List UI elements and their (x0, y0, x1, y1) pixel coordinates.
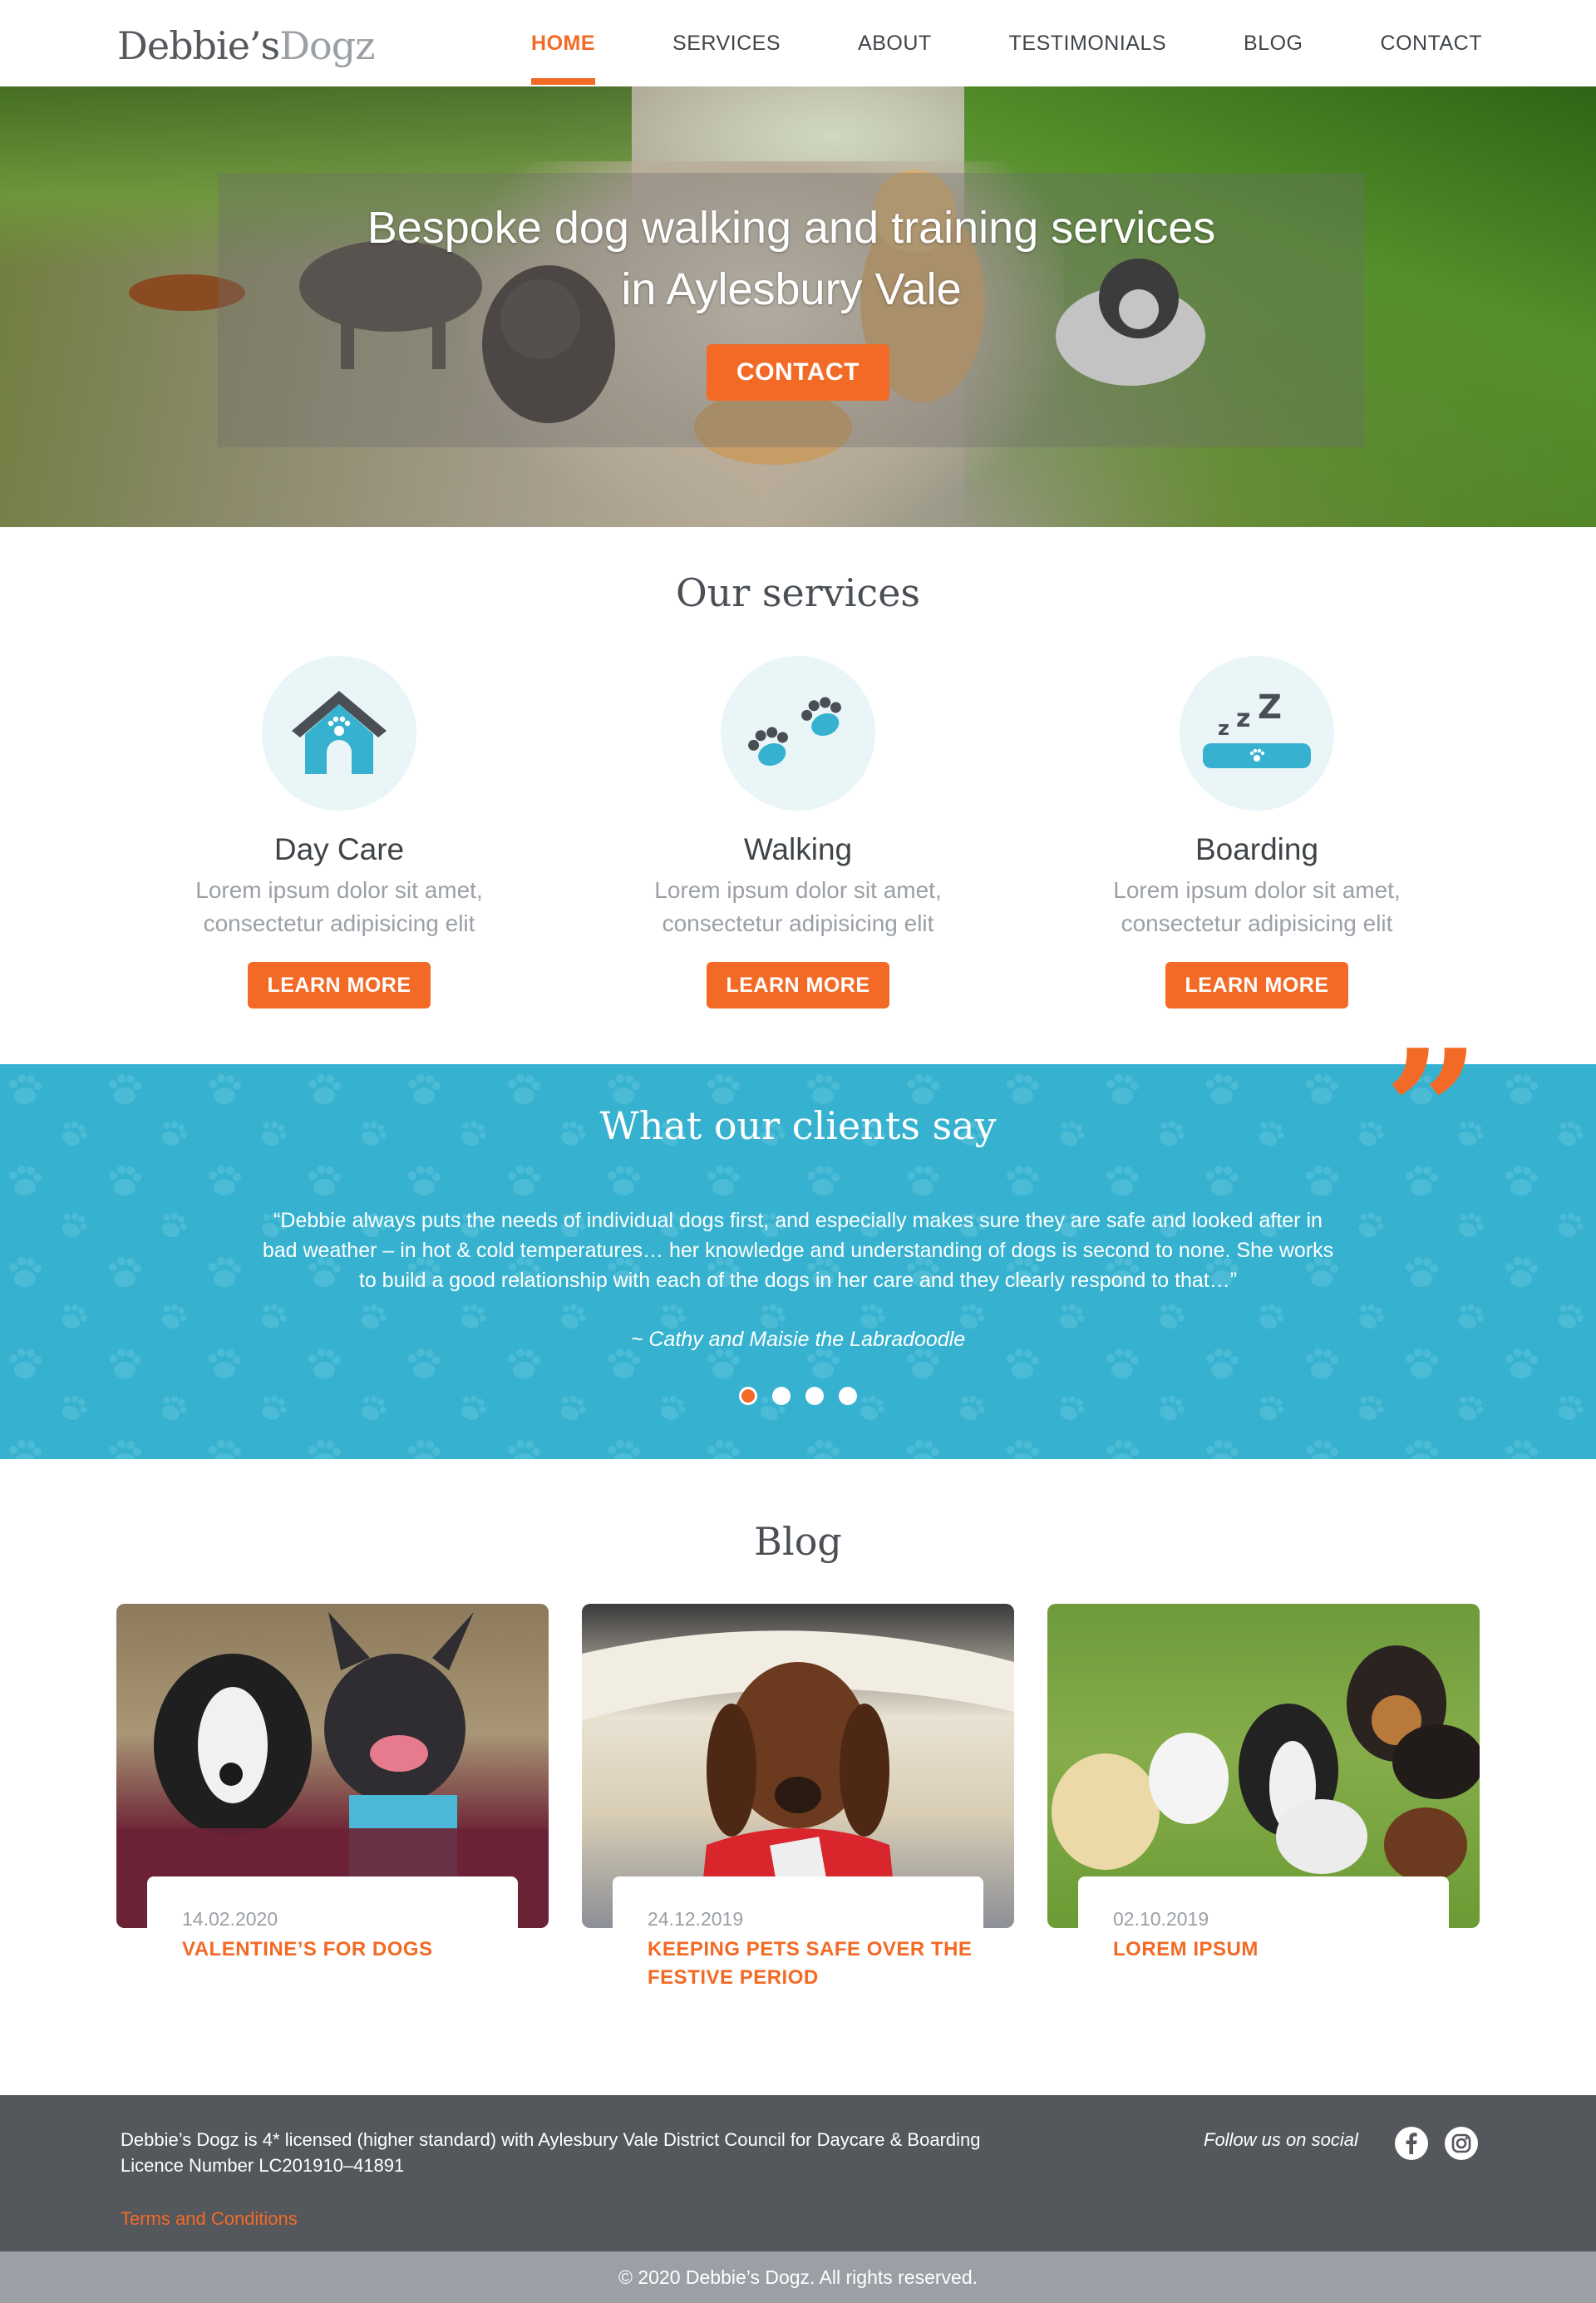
learn-more-button[interactable]: LEARN MORE (1165, 962, 1348, 1008)
instagram-icon[interactable] (1445, 2127, 1478, 2160)
testimonial-quote-line-2: bad weather – in hot & cold temperatures… (262, 1239, 1334, 1262)
blog-title-line-2: FESTIVE PERIOD (648, 1966, 819, 1989)
blog-date: 02.10.2019 (1113, 1908, 1209, 1930)
nav-services[interactable]: SERVICES (672, 0, 781, 86)
service-icon-circle (721, 656, 875, 811)
blog-title-line-1: VALENTINE’S FOR DOGS (182, 1938, 433, 1960)
carousel-dot-2[interactable] (772, 1387, 791, 1405)
logo-text-debbies: Debbie’s (117, 23, 280, 68)
blog-info-panel: 14.02.2020 VALENTINE’S FOR DOGS (147, 1876, 518, 1993)
blog-card[interactable]: 24.12.2019 KEEPING PETS SAFE OVER THE FE… (582, 1604, 1014, 1993)
blog-card[interactable]: 14.02.2020 VALENTINE’S FOR DOGS (116, 1604, 549, 1993)
site-header: Debbie’sDogz HOME SERVICES ABOUT TESTIMO… (0, 0, 1596, 86)
testimonial-author: ~ Cathy and Maisie the Labradoodle (630, 1328, 966, 1351)
service-name: Boarding (1195, 832, 1319, 866)
follow-us-label: Follow us on social (1204, 2129, 1358, 2150)
nav-home[interactable]: HOME (531, 0, 596, 86)
nav-blog[interactable]: BLOG (1244, 0, 1303, 86)
service-desc-line-2: consectetur adipisicing elit (1121, 910, 1393, 936)
carousel-dot-3[interactable] (805, 1387, 824, 1405)
service-name: Walking (743, 832, 853, 866)
hero-title: Bespoke dog walking and training service… (218, 197, 1365, 320)
services-title: Our services (675, 570, 921, 615)
license-info: Debbie’s Dogz is 4* licensed (higher sta… (121, 2127, 1118, 2178)
service-desc-line-1: Lorem ipsum dolor sit amet, (654, 877, 942, 903)
svg-text:z: z (1236, 704, 1250, 733)
svg-text:z: z (1218, 717, 1229, 740)
service-day-care: Day Care Lorem ipsum dolor sit amet, con… (165, 656, 514, 1008)
service-description: Lorem ipsum dolor sit amet, consectetur … (165, 874, 514, 940)
blog-info-panel: 02.10.2019 LOREM IPSUM (1078, 1876, 1449, 1993)
paw-prints-icon (748, 697, 841, 767)
terms-link[interactable]: Terms and Conditions (121, 2208, 298, 2230)
service-boarding: z z Z Boarding Lorem ipsum dolor sit ame… (1082, 656, 1431, 1008)
blog-info-panel: 24.12.2019 KEEPING PETS SAFE OVER THE FE… (613, 1876, 983, 1993)
dog-bed-sleep-icon: z z Z (1203, 688, 1311, 768)
nav-about[interactable]: ABOUT (858, 0, 932, 86)
carousel-dot-4[interactable] (839, 1387, 857, 1405)
svg-text:Z: Z (1258, 688, 1282, 727)
blog-post-title[interactable]: KEEPING PETS SAFE OVER THE FESTIVE PERIO… (648, 1936, 983, 1992)
blog-card[interactable]: 02.10.2019 LOREM IPSUM (1047, 1604, 1480, 1993)
carousel-dot-1[interactable] (739, 1387, 757, 1405)
service-walking: Walking Lorem ipsum dolor sit amet, cons… (623, 656, 973, 1008)
dog-house-icon (292, 691, 387, 774)
blog-title: Blog (754, 1519, 842, 1564)
blog-post-title[interactable]: LOREM IPSUM (1113, 1936, 1449, 1964)
testimonial-quote-line-3: to build a good relationship with each o… (358, 1269, 1238, 1292)
testimonial-quote: “Debbie always puts the needs of individ… (233, 1206, 1363, 1295)
service-icon-circle (262, 656, 416, 811)
learn-more-button[interactable]: LEARN MORE (707, 962, 889, 1008)
blog-date: 14.02.2020 (182, 1908, 278, 1930)
service-name: Day Care (273, 832, 405, 866)
service-description: Lorem ipsum dolor sit amet, consectetur … (1082, 874, 1431, 940)
service-desc-line-2: consectetur adipisicing elit (662, 910, 934, 936)
service-desc-line-1: Lorem ipsum dolor sit amet, (195, 877, 483, 903)
nav-contact[interactable]: CONTACT (1381, 0, 1482, 86)
facebook-icon[interactable] (1395, 2127, 1428, 2160)
license-line-2: Licence Number LC201910–41891 (121, 2155, 405, 2176)
main-nav: HOME SERVICES ABOUT TESTIMONIALS BLOG CO… (454, 0, 1482, 86)
site-logo[interactable]: Debbie’sDogz (117, 23, 375, 68)
hero-contact-button[interactable]: CONTACT (707, 344, 889, 401)
service-description: Lorem ipsum dolor sit amet, consectetur … (623, 874, 973, 940)
testimonials-title: What our clients say (599, 1103, 997, 1148)
carousel-dots (739, 1387, 857, 1405)
blog-title-line-1: LOREM IPSUM (1113, 1938, 1259, 1960)
license-line-1: Debbie’s Dogz is 4* licensed (higher sta… (121, 2129, 981, 2150)
blog-post-title[interactable]: VALENTINE’S FOR DOGS (182, 1936, 518, 1964)
testimonial-quote-line-1: “Debbie always puts the needs of individ… (273, 1209, 1323, 1232)
hero-title-line-2: in Aylesbury Vale (621, 264, 962, 314)
blog-title-line-1: KEEPING PETS SAFE OVER THE (648, 1938, 973, 1960)
logo-text-dogz: Dogz (279, 23, 375, 68)
service-desc-line-2: consectetur adipisicing elit (203, 910, 475, 936)
learn-more-button[interactable]: LEARN MORE (248, 962, 431, 1008)
copyright-bar: © 2020 Debbie’s Dogz. All rights reserve… (0, 2251, 1596, 2303)
nav-testimonials[interactable]: TESTIMONIALS (1009, 0, 1166, 86)
service-desc-line-1: Lorem ipsum dolor sit amet, (1113, 877, 1401, 903)
service-icon-circle: z z Z (1180, 656, 1334, 811)
blog-date: 24.12.2019 (648, 1908, 744, 1930)
hero-title-line-1: Bespoke dog walking and training service… (367, 203, 1216, 253)
